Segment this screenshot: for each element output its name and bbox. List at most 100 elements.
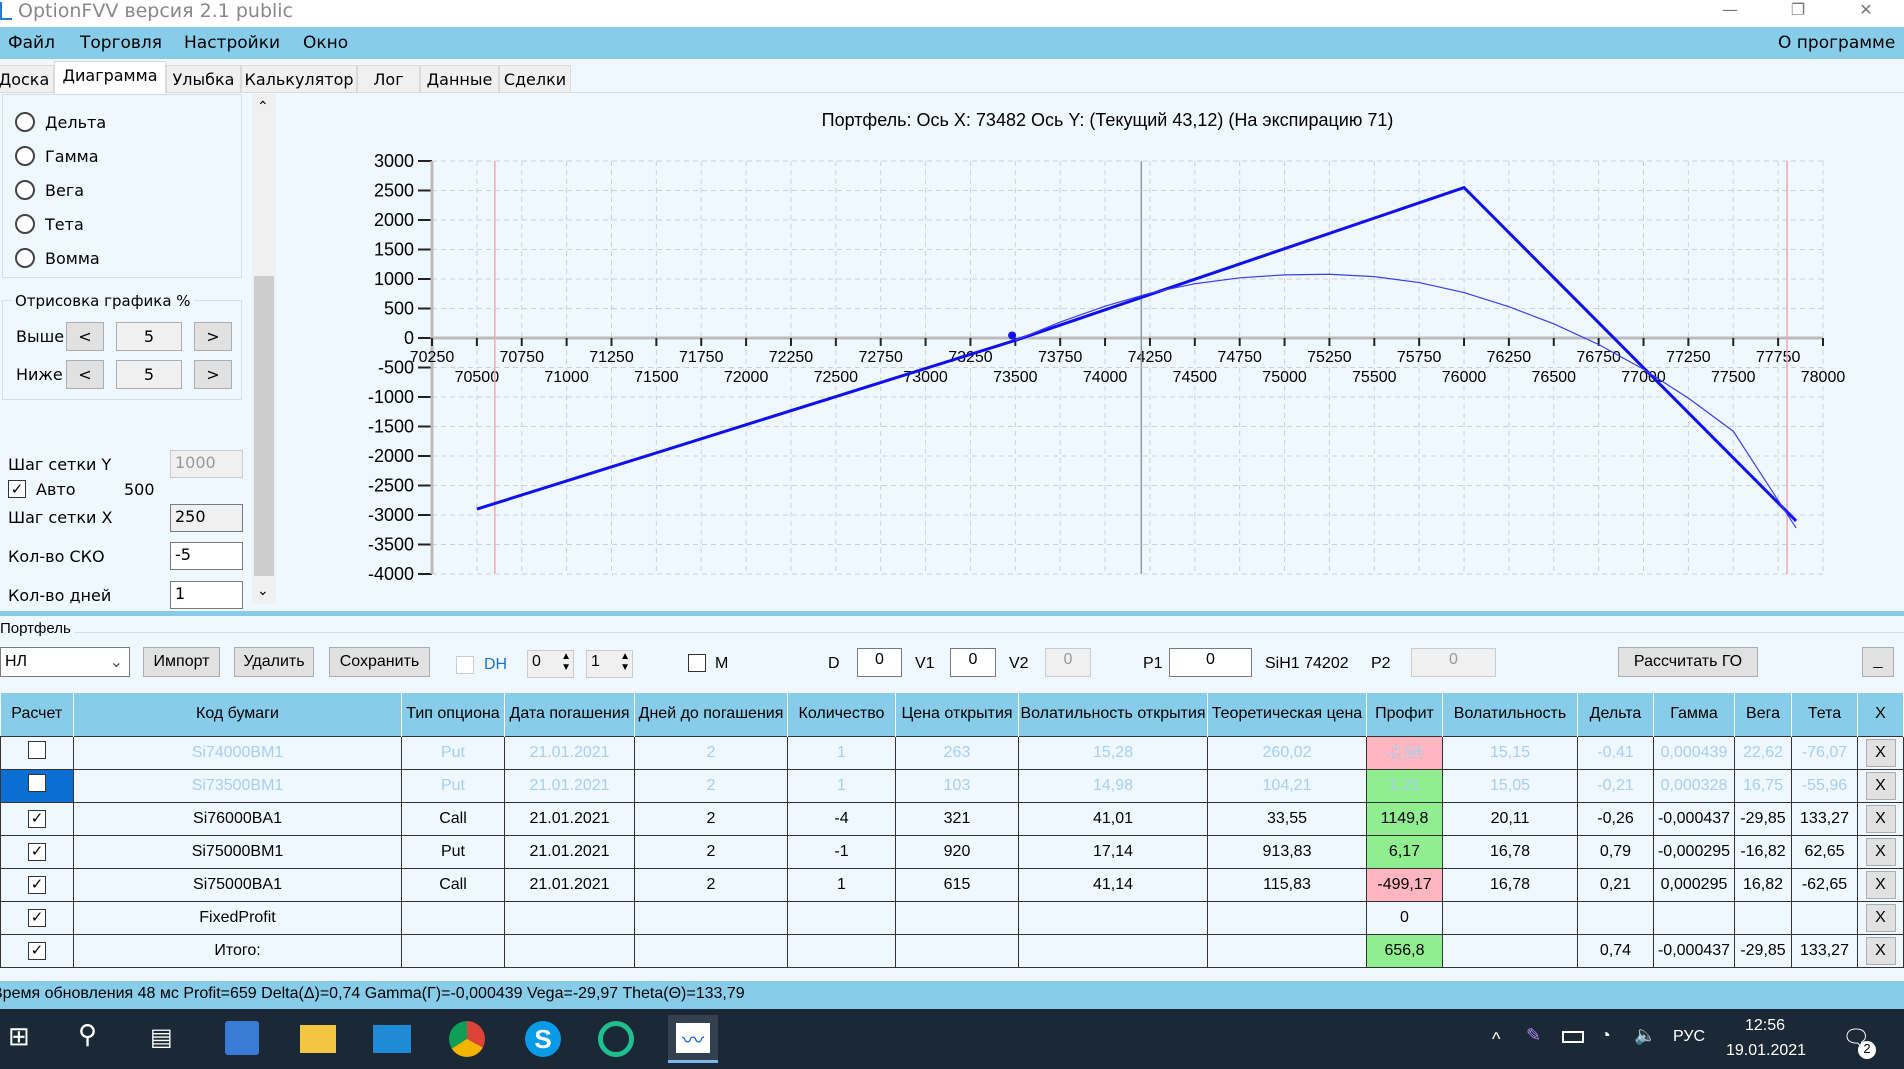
calculate-go-button[interactable]: Рассчитать ГО	[1618, 647, 1758, 677]
delete-row-button[interactable]: X	[1865, 870, 1896, 899]
windows-start-icon[interactable]: ⊞	[8, 1021, 48, 1061]
auto-checkbox[interactable]: ✓	[8, 480, 26, 498]
tab-board[interactable]: Доска	[0, 65, 54, 93]
table-row[interactable]: ✓ Si75000BA1 Call 21.01.2021 2 1 615 41,14 115,8…	[0, 867, 1904, 902]
delete-row-button[interactable]: X	[1865, 936, 1896, 965]
delete-row-button[interactable]: X	[1865, 804, 1896, 833]
delete-row-button[interactable]: X	[1865, 738, 1896, 767]
tab-data[interactable]: Данные	[420, 65, 499, 93]
scroll-down-icon[interactable]: ⌄	[257, 582, 269, 599]
menu-about[interactable]: О программе	[1778, 33, 1895, 53]
col-header-expiry[interactable]: Дата погашения	[504, 693, 635, 736]
clock-time[interactable]: 12:56	[1745, 1017, 1785, 1035]
chrome-icon[interactable]	[449, 1021, 485, 1057]
dh-checkbox[interactable]	[456, 656, 474, 674]
tray-expand-icon[interactable]: ^	[1492, 1029, 1500, 1050]
radio-vomma[interactable]	[15, 248, 35, 268]
tab-diagram[interactable]: Диаграмма	[54, 61, 166, 94]
menu-window[interactable]: Окно	[303, 33, 348, 53]
pen-icon[interactable]: ✎	[1526, 1025, 1541, 1046]
tab-smile[interactable]: Улыбка	[166, 65, 241, 93]
battery-icon[interactable]	[1562, 1031, 1584, 1043]
above-decrease-button[interactable]: <	[66, 322, 104, 351]
col-header-qty[interactable]: Количество	[787, 693, 896, 736]
scroll-up-icon[interactable]: ⌃	[257, 98, 269, 115]
below-decrease-button[interactable]: <	[66, 360, 104, 389]
days-input[interactable]: 1	[170, 581, 243, 609]
col-header-vega[interactable]: Вега	[1734, 693, 1792, 736]
m-checkbox[interactable]	[688, 654, 706, 672]
table-row[interactable]: Si74000BM1 Put 21.01.2021 2 1 263 15,28 260,02-…	[0, 735, 1904, 770]
menu-trading[interactable]: Торговля	[80, 33, 162, 53]
restore-window-button[interactable]: ❐	[1778, 0, 1818, 19]
radio-delta[interactable]	[15, 112, 35, 132]
table-row[interactable]: ✓ Si76000BA1 Call 21.01.2021 2 -4 321 41,01 33,5…	[0, 801, 1904, 836]
delete-row-button[interactable]: X	[1865, 903, 1896, 932]
calc-checkbox[interactable]: ✓	[28, 875, 46, 894]
above-increase-button[interactable]: >	[194, 322, 232, 351]
col-header-gamma[interactable]: Гамма	[1653, 693, 1735, 736]
table-row[interactable]: Si73500BM1 Put 21.01.2021 2 1 103 14,98 104,21 1…	[0, 768, 1904, 803]
delete-row-button[interactable]: X	[1865, 771, 1896, 800]
table-row[interactable]: ✓ Si75000BM1 Put 21.01.2021 2 -1 920 17,14 913,8…	[0, 834, 1904, 869]
above-value[interactable]: 5	[116, 322, 182, 351]
task-view-icon[interactable]: ▤	[150, 1023, 190, 1063]
calc-checkbox[interactable]: ✓	[28, 941, 46, 960]
sko-input[interactable]: -5	[170, 542, 243, 570]
below-increase-button[interactable]: >	[194, 360, 232, 389]
scroll-thumb[interactable]	[254, 276, 274, 576]
tab-deals[interactable]: Сделки	[499, 65, 571, 93]
v2-input[interactable]: 0	[1045, 648, 1091, 677]
volume-icon[interactable]: 🔈	[1634, 1025, 1656, 1046]
col-header-theor-price[interactable]: Теоретическая цена	[1207, 693, 1367, 736]
col-header-theta[interactable]: Тета	[1791, 693, 1858, 736]
menu-settings[interactable]: Настройки	[184, 33, 280, 53]
p1-input[interactable]: 0	[1169, 648, 1252, 677]
spin2-arrows-icon[interactable]: ▲ ▼	[620, 651, 630, 673]
settings-scrollbar[interactable]: ⌃ ⌄	[252, 94, 276, 604]
store-icon[interactable]	[225, 1021, 259, 1055]
calc-checkbox[interactable]	[28, 741, 46, 759]
col-header-type[interactable]: Тип опциона	[401, 693, 505, 736]
calc-checkbox[interactable]: ✓	[28, 842, 46, 861]
clock-date[interactable]: 19.01.2021	[1726, 1042, 1806, 1060]
import-button[interactable]: Импорт	[143, 647, 220, 677]
p2-input[interactable]: 0	[1411, 648, 1496, 677]
save-button[interactable]: Сохранить	[329, 647, 430, 677]
col-header-profit[interactable]: Профит	[1366, 693, 1443, 736]
col-header-open-vol[interactable]: Волатильность открытия	[1018, 693, 1208, 736]
col-header-code[interactable]: Код бумаги	[73, 693, 402, 736]
radio-gamma[interactable]	[15, 146, 35, 166]
calc-checkbox[interactable]	[28, 774, 46, 792]
calc-checkbox[interactable]: ✓	[28, 809, 46, 828]
delete-row-button[interactable]: X	[1865, 837, 1896, 866]
tab-calculator[interactable]: Калькулятор	[241, 65, 357, 93]
minimize-window-button[interactable]: —	[1710, 0, 1750, 19]
grid-y-input[interactable]: 1000	[170, 450, 243, 478]
network-icon[interactable]: ◔	[1600, 1025, 1611, 1046]
grid-x-input[interactable]: 250	[170, 504, 243, 532]
optionfvv-taskbar-icon[interactable]: 〰	[668, 1015, 718, 1063]
close-window-button[interactable]: ✕	[1846, 0, 1886, 19]
mail-icon[interactable]	[373, 1025, 411, 1053]
search-icon[interactable]: ⚲	[78, 1019, 118, 1059]
language-indicator[interactable]: РУС	[1673, 1028, 1705, 1046]
below-value[interactable]: 5	[116, 360, 182, 389]
v1-input[interactable]: 0	[950, 648, 996, 677]
spin2-input[interactable]: 1 ▲ ▼	[586, 650, 633, 678]
col-header-days[interactable]: Дней до погашения	[634, 693, 788, 736]
spin1-arrows-icon[interactable]: ▲ ▼	[561, 651, 571, 673]
col-header-calc[interactable]: Расчет	[0, 693, 74, 736]
account-select[interactable]: НЛ ⌄	[0, 647, 130, 677]
minimize-panel-button[interactable]: _	[1862, 647, 1894, 677]
delete-button[interactable]: Удалить	[234, 647, 314, 677]
file-explorer-icon[interactable]	[300, 1025, 336, 1053]
col-header-open-price[interactable]: Цена открытия	[895, 693, 1019, 736]
radio-theta[interactable]	[15, 214, 35, 234]
calc-checkbox[interactable]: ✓	[28, 908, 46, 927]
col-header-delta[interactable]: Дельта	[1577, 693, 1654, 736]
table-row[interactable]: ✓ Итого: 656,8 0,74 -0,000437 -29,85 133,27 X	[0, 933, 1904, 968]
col-header-vol[interactable]: Волатильность	[1442, 693, 1578, 736]
col-header-x[interactable]: X	[1857, 693, 1904, 736]
spin1-input[interactable]: 0 ▲ ▼	[527, 650, 574, 678]
